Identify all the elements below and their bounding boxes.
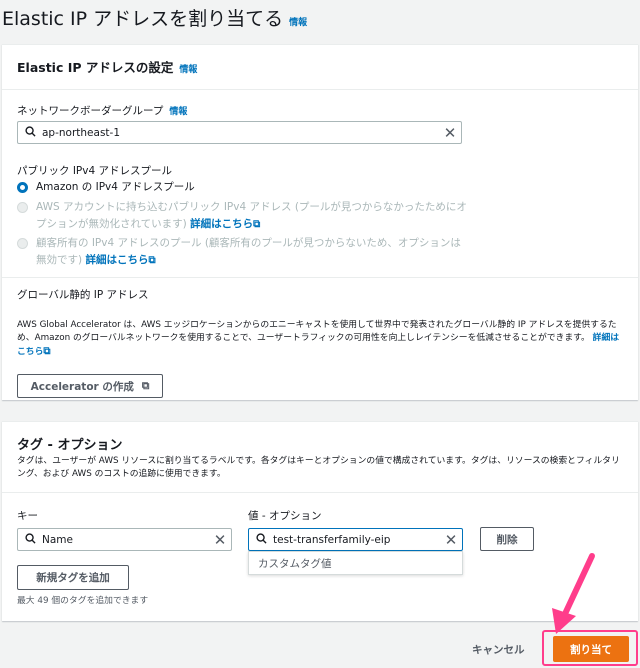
radio-disabled bbox=[17, 202, 28, 213]
global-accelerator-description: AWS Global Accelerator は、AWS エッジロケーションから… bbox=[17, 320, 620, 357]
add-tag-button[interactable]: 新規タグを追加 bbox=[17, 565, 129, 590]
network-border-group-input[interactable]: ap-northeast-1 ✕ bbox=[17, 121, 462, 144]
tag-value-input[interactable]: test-transferfamily-eip ✕ bbox=[248, 528, 463, 551]
tags-panel: タグ - オプション タグは、ユーザーが AWS リソースに割り当てるラベルです… bbox=[2, 421, 638, 621]
external-link-icon: ⧉ bbox=[141, 379, 150, 392]
create-accelerator-button[interactable]: Accelerator の作成 ⧉ bbox=[17, 374, 163, 398]
remove-tag-button[interactable]: 削除 bbox=[480, 527, 534, 551]
clear-icon[interactable]: ✕ bbox=[439, 124, 461, 142]
tag-value-label: 値 - オプション bbox=[248, 510, 322, 522]
pool-option-byoip: AWS アカウントに持ち込むパブリック IPv4 アドレス (プールが見つからな… bbox=[17, 199, 467, 233]
external-link-icon: ⧉ bbox=[148, 255, 156, 266]
radio-selected[interactable] bbox=[17, 182, 28, 193]
tags-description: タグは、ユーザーが AWS リソースに割り当てるラベルです。各タグはキーとオプシ… bbox=[17, 456, 620, 479]
pool-option-amazon[interactable]: Amazon の IPv4 アドレスプール bbox=[17, 179, 457, 196]
annotation-arrow-icon bbox=[552, 553, 595, 634]
radio-disabled bbox=[17, 238, 28, 249]
info-link[interactable]: 情報 bbox=[289, 18, 307, 28]
eip-settings-panel: Elastic IP アドレスの設定 情報 ネットワークボーダーグループ 情報 ap… bbox=[2, 44, 638, 400]
tag-limit-text: 最大 49 個のタグを追加できます bbox=[17, 596, 149, 606]
cancel-button[interactable]: キャンセル bbox=[472, 642, 525, 657]
external-link-icon: ⧉ bbox=[253, 219, 261, 230]
page-title: Elastic IP アドレスを割り当てる 情報 bbox=[2, 8, 308, 30]
pool-option-customer-owned: 顧客所有の IPv4 アドレスのプール (顧客所有のプールが見つからないため、オ… bbox=[17, 235, 467, 269]
settings-info-link[interactable]: 情報 bbox=[179, 65, 197, 75]
divider bbox=[2, 492, 638, 493]
search-icon bbox=[18, 532, 42, 547]
network-border-group-value: ap-northeast-1 bbox=[42, 126, 121, 139]
clear-icon[interactable]: ✕ bbox=[209, 531, 231, 549]
learn-more-link[interactable]: 詳細はこちら bbox=[190, 218, 253, 230]
tag-key-value: Name bbox=[42, 533, 73, 546]
settings-header: Elastic IP アドレスの設定 情報 bbox=[2, 45, 638, 90]
search-icon bbox=[18, 125, 42, 140]
ipv4-pool-label: パブリック IPv4 アドレスプール bbox=[17, 165, 172, 177]
tag-key-input[interactable]: Name ✕ bbox=[17, 528, 232, 551]
network-border-group-label: ネットワークボーダーグループ 情報 bbox=[17, 105, 188, 117]
tag-value-value: test-transferfamily-eip bbox=[273, 533, 391, 546]
external-link-icon: ⧉ bbox=[43, 346, 51, 357]
learn-more-link[interactable]: 詳細はこちら bbox=[85, 254, 148, 266]
tag-key-label: キー bbox=[17, 510, 38, 522]
divider bbox=[2, 277, 638, 278]
search-icon bbox=[249, 532, 273, 547]
tag-value-dropdown-option[interactable]: カスタムタグ値 bbox=[248, 551, 463, 575]
clear-icon[interactable]: ✕ bbox=[440, 531, 462, 549]
tags-header: タグ - オプション bbox=[17, 438, 123, 453]
nbg-info-link[interactable]: 情報 bbox=[169, 107, 187, 117]
global-static-ip-label: グローバル静的 IP アドレス bbox=[17, 289, 149, 301]
